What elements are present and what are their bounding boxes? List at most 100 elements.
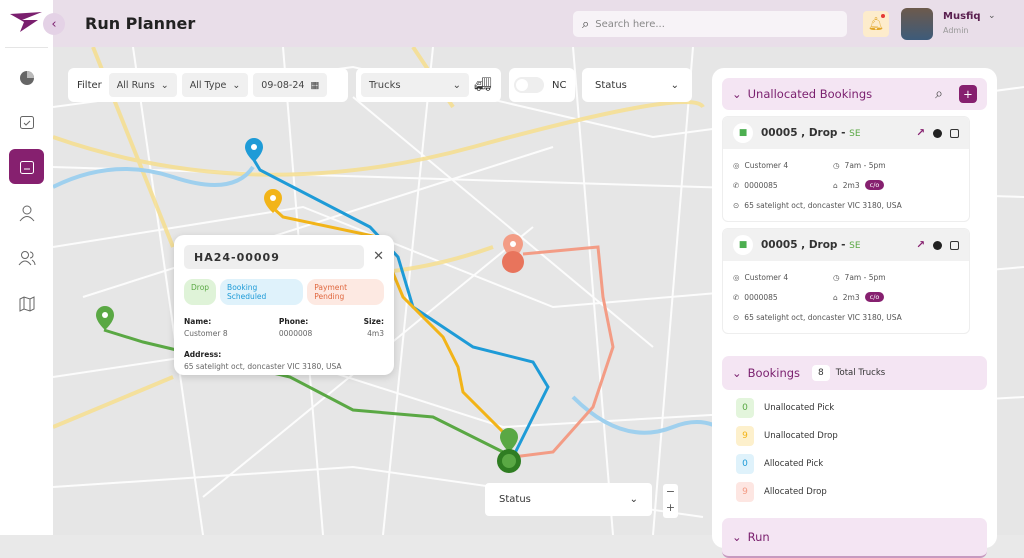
stat-value: 0 — [736, 454, 754, 474]
stat-value: 9 — [736, 482, 754, 502]
phone-label: Phone: — [279, 317, 312, 326]
filter-label: Filter — [77, 80, 102, 91]
search-icon[interactable]: ⌕ — [935, 86, 943, 102]
notification-dot — [881, 14, 885, 18]
map-icon — [18, 295, 36, 313]
sidebar-item-users[interactable] — [9, 240, 44, 275]
user-name[interactable]: Musfiq — [943, 11, 981, 22]
type-dropdown[interactable]: All Type⌄ — [182, 73, 249, 97]
phone-value: 0000008 — [279, 329, 312, 338]
address: 65 satelight oct, doncaster VIC 3180, US… — [744, 201, 902, 210]
bookings-header[interactable]: ⌄ Bookings 8 Total Trucks — [722, 356, 987, 390]
tag-drop: Drop — [184, 279, 216, 305]
type-value: All Type — [190, 80, 227, 91]
time-window: 7am - 5pm — [845, 161, 886, 170]
calendar-icon: ▦ — [310, 80, 319, 91]
stat-allocated-drop[interactable]: 9 Allocated Drop — [736, 482, 861, 502]
runs-value: All Runs — [117, 80, 155, 91]
map-pin-green-icon[interactable] — [95, 306, 115, 336]
unallocated-header[interactable]: ⌄ Unallocated Bookings ⌕ + — [722, 78, 987, 110]
sidebar-item-dashboard[interactable] — [9, 60, 44, 95]
bin-icon: ⌂ — [833, 181, 838, 190]
stat-label: Allocated Pick — [764, 459, 823, 469]
sidebar-item-calendar[interactable] — [9, 104, 44, 139]
header: Run Planner ⌕Search here... 🔔︎ Musfiq Ad… — [53, 0, 1024, 47]
map-pin-salmon-icon[interactable] — [500, 234, 526, 274]
total-trucks-label: Total Trucks — [836, 368, 885, 378]
search-input[interactable]: ⌕ Search here... — [573, 11, 847, 37]
zoom-controls: −+ — [663, 484, 678, 518]
phone: 0000085 — [744, 181, 777, 190]
run-header[interactable]: ⌄ Run — [722, 518, 987, 558]
size: 2m3 — [843, 181, 860, 190]
customer: Customer 4 — [745, 161, 789, 170]
booking-card[interactable]: ■ 00005 , Drop - SE ↗ ◎Customer 4◷7am - … — [722, 228, 970, 334]
unallocated-title: Unallocated Bookings — [748, 87, 930, 101]
bookings-title: Bookings — [748, 366, 800, 380]
trucks-value: Trucks — [369, 80, 401, 91]
tag-booking-scheduled: Booking Scheduled — [220, 279, 303, 305]
status-dropdown[interactable]: Status⌄ — [582, 68, 692, 102]
external-link-icon[interactable]: ↗ — [916, 127, 925, 139]
user-icon: ◎ — [733, 161, 740, 170]
search-placeholder: Search here... — [595, 19, 665, 30]
map-pin-yellow-icon[interactable] — [263, 189, 283, 219]
date-value: 09-08-24 — [261, 80, 304, 91]
total-trucks-count: 8 — [812, 365, 830, 381]
checkbox[interactable] — [950, 241, 959, 250]
chevron-down-icon: ⌄ — [161, 80, 169, 91]
clock-icon: ◷ — [833, 161, 840, 170]
map-status-dropdown[interactable]: Status⌄ — [485, 483, 652, 516]
truck-icon: ■ — [733, 123, 753, 143]
info-icon[interactable] — [933, 129, 942, 138]
phone: 0000085 — [744, 293, 777, 302]
divider — [5, 47, 48, 48]
sidebar-item-run-planner[interactable] — [9, 149, 44, 184]
trucks-dropdown[interactable]: Trucks⌄ — [361, 73, 469, 97]
phone-icon: ✆ — [733, 181, 739, 190]
booking-id: 00005 , Drop - — [761, 127, 849, 139]
date-picker[interactable]: 09-08-24 ▦ — [253, 73, 327, 97]
zoom-out-button[interactable]: − — [663, 484, 678, 500]
add-button[interactable]: + — [959, 85, 977, 103]
planner-icon — [19, 159, 35, 175]
stat-allocated-pick[interactable]: 0 Allocated Pick — [736, 454, 861, 474]
runs-dropdown[interactable]: All Runs ⌄ — [109, 73, 177, 97]
close-icon[interactable]: ✕ — [373, 249, 384, 264]
status-value: Status — [595, 80, 627, 91]
map-pin-blue-icon[interactable] — [244, 138, 264, 168]
info-icon[interactable] — [933, 241, 942, 250]
bell-icon: 🔔︎ — [868, 17, 885, 32]
bin-icon: ⌂ — [833, 293, 838, 302]
avatar[interactable] — [901, 8, 933, 40]
search-icon: ⌕ — [582, 17, 589, 32]
external-link-icon[interactable]: ↗ — [916, 239, 925, 251]
address: 65 satelight oct, doncaster VIC 3180, US… — [744, 313, 902, 322]
chevron-down-icon[interactable]: ⌄ — [988, 11, 996, 21]
booking-id: 00005 , Drop - — [761, 239, 849, 251]
nc-toggle-group: NC — [509, 68, 575, 102]
booking-card[interactable]: ■ 00005 , Drop - SE ↗ ◎Customer 4◷7am - … — [722, 116, 970, 222]
clock-icon: ◷ — [833, 273, 840, 282]
checkbox[interactable] — [950, 129, 959, 138]
name-value: Customer 8 — [184, 329, 228, 338]
nc-toggle[interactable] — [514, 77, 544, 93]
stat-label: Allocated Drop — [764, 487, 827, 497]
map-pin-depot-icon[interactable] — [494, 428, 524, 474]
collapse-sidebar-button[interactable]: ‹ — [43, 13, 65, 35]
truck-icon: 🚚︎ — [474, 77, 492, 93]
zoom-in-button[interactable]: + — [663, 500, 678, 516]
trucks-filter: Trucks⌄ 🚚︎ — [356, 68, 501, 102]
stat-label: Unallocated Pick — [764, 403, 834, 413]
sidebar-item-drivers[interactable] — [9, 195, 44, 230]
popup-booking-id: HA24-00009 — [184, 245, 364, 269]
chevron-left-icon: ‹ — [51, 17, 56, 32]
co-badge: c/o — [865, 180, 885, 190]
booking-zone: SE — [849, 241, 860, 251]
nc-label: NC — [552, 80, 566, 91]
stat-unallocated-pick[interactable]: 0Unallocated Pick — [736, 398, 861, 418]
notification-button[interactable]: 🔔︎ — [863, 11, 889, 37]
stat-unallocated-drop[interactable]: 9Unallocated Drop — [736, 426, 861, 446]
sidebar-item-map[interactable] — [9, 286, 44, 321]
right-panel: ⌄ Unallocated Bookings ⌕ + ■ 00005 , Dro… — [712, 68, 997, 548]
